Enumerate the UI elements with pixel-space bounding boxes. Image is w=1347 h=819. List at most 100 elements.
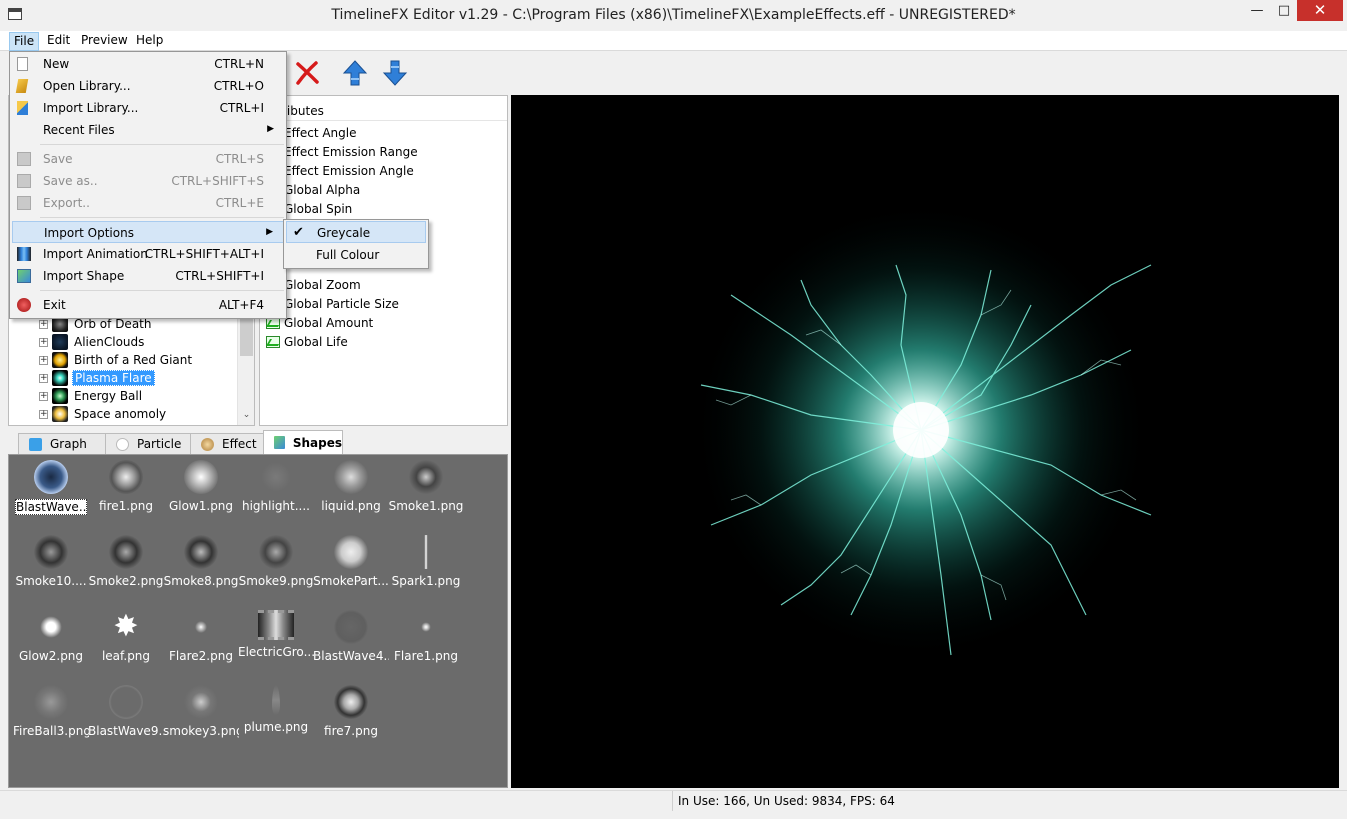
expand-icon[interactable]: + [39, 391, 48, 401]
shape-label: Flare1.png [394, 649, 458, 663]
tab-graph-label: Graph [50, 437, 87, 451]
menu-item-shortcut: CTRL+O [213, 79, 264, 93]
menu-help[interactable]: Help [132, 32, 167, 51]
menu-item-import-options[interactable]: Import Options ▶ [12, 221, 284, 243]
shape-item[interactable]: Smoke2.png [88, 532, 164, 602]
shape-item[interactable]: Glow2.png [13, 607, 89, 677]
shape-item[interactable]: FireBall3.png [13, 682, 89, 752]
move-up-icon[interactable] [340, 58, 370, 88]
delete-icon[interactable] [292, 58, 322, 88]
menu-item-exit[interactable]: Exit ALT+F4 [12, 294, 284, 316]
menu-item-save-as[interactable]: Save as.. CTRL+SHIFT+S [12, 170, 284, 192]
shape-item[interactable]: BlastWave9... [88, 682, 164, 752]
attribute-item[interactable]: Effect Emission Angle [266, 161, 414, 180]
menu-preview[interactable]: Preview [77, 32, 132, 51]
menu-item-open-library[interactable]: Open Library... CTRL+O [12, 75, 284, 97]
tree-item[interactable]: + AlienClouds [39, 333, 146, 351]
shape-item[interactable]: Spark1.png [388, 532, 464, 602]
shape-item[interactable]: Smoke1.png [388, 457, 464, 527]
shape-thumbnail [259, 460, 293, 494]
shape-item[interactable]: Smoke10.... [13, 532, 89, 602]
attributes-header: ributes [260, 96, 507, 121]
shape-label: fire7.png [324, 724, 378, 738]
effect-preview[interactable] [511, 95, 1339, 788]
menu-file[interactable]: File [9, 32, 40, 51]
shape-label: Glow2.png [18, 649, 84, 663]
shape-item[interactable]: smokey3.png [163, 682, 239, 752]
tab-graph[interactable]: Graph [18, 433, 106, 454]
shape-label: SmokePart... [313, 574, 389, 588]
menu-item-import-animation[interactable]: Import Animation CTRL+SHIFT+ALT+I [12, 243, 284, 265]
shape-item[interactable]: ElectricGro... [238, 607, 314, 677]
attribute-item[interactable]: Global Life [266, 332, 348, 351]
menu-item-import-library[interactable]: Import Library... CTRL+I [12, 97, 284, 119]
shape-item[interactable]: fire1.png [88, 457, 164, 527]
shape-item[interactable]: fire7.png [313, 682, 389, 752]
menu-item-new[interactable]: New CTRL+N [12, 53, 284, 75]
menu-item-recent-files[interactable]: Recent Files ▶ [12, 119, 284, 141]
menu-item-save[interactable]: Save CTRL+S [12, 148, 284, 170]
menu-separator [40, 144, 284, 145]
expand-icon[interactable]: + [39, 319, 48, 329]
move-down-icon[interactable] [380, 58, 410, 88]
expand-icon[interactable]: + [39, 355, 48, 365]
shape-item[interactable]: ✸ leaf.png [88, 607, 164, 677]
import-animation-icon [17, 247, 31, 261]
shape-item[interactable]: SmokePart... [313, 532, 389, 602]
scroll-down-icon[interactable]: ⌄ [238, 410, 255, 420]
shape-item[interactable]: Flare2.png [163, 607, 239, 677]
tab-shapes[interactable]: Shapes [263, 430, 343, 454]
shape-item[interactable]: Smoke9.png [238, 532, 314, 602]
leaf-icon: ✸ [113, 609, 139, 644]
shape-item[interactable]: Glow1.png [163, 457, 239, 527]
menu-item-label: Import Shape [43, 269, 125, 283]
shape-item[interactable]: highlight.... [238, 457, 314, 527]
plasma-flare-effect [691, 200, 1152, 660]
expand-icon[interactable]: + [39, 373, 48, 383]
menu-item-greycale[interactable]: ✔ Greycale [286, 221, 426, 243]
shape-item[interactable]: liquid.png [313, 457, 389, 527]
shape-item[interactable]: BlastWave.... [13, 457, 89, 527]
menu-edit[interactable]: Edit [43, 32, 74, 51]
menu-separator [40, 217, 284, 218]
tree-item[interactable]: + Space anomoly [39, 405, 168, 423]
import-shape-icon [17, 269, 31, 283]
maximize-button[interactable]: □ [1270, 0, 1298, 21]
shape-thumbnail [272, 685, 280, 715]
minimize-button[interactable]: — [1243, 0, 1271, 21]
menu-item-import-shape[interactable]: Import Shape CTRL+SHIFT+I [12, 265, 284, 287]
menu-item-label: Full Colour [316, 248, 380, 262]
shape-item[interactable]: Flare1.png [388, 607, 464, 677]
shape-label: Smoke1.png [388, 499, 464, 513]
shape-thumbnail [409, 610, 443, 644]
menu-item-shortcut: CTRL+SHIFT+ALT+I [144, 247, 264, 261]
tab-particle[interactable]: Particle [105, 433, 191, 454]
film-strip-icon [258, 610, 294, 640]
shape-thumbnail [34, 460, 68, 494]
shape-label: Smoke9.png [238, 574, 314, 588]
menu-item-label: Save as.. [43, 174, 98, 188]
shape-item[interactable]: plume.png [238, 682, 314, 752]
tree-item-label: Space anomoly [74, 407, 167, 421]
shape-thumbnail [109, 535, 143, 569]
shape-item[interactable]: Smoke8.png [163, 532, 239, 602]
menu-item-label: Save [43, 152, 73, 166]
expand-icon[interactable]: + [39, 409, 48, 419]
tab-effect[interactable]: Effect [190, 433, 264, 454]
tree-item[interactable]: + Birth of a Red Giant [39, 351, 194, 369]
tree-item[interactable]: + Energy Ball [39, 387, 144, 405]
close-button[interactable]: ✕ [1297, 0, 1343, 21]
effect-thumbnail [52, 370, 68, 386]
menu-item-shortcut: CTRL+S [215, 152, 264, 166]
import-library-icon [17, 101, 28, 115]
menu-item-export[interactable]: Export.. CTRL+E [12, 192, 284, 214]
attribute-item[interactable]: Effect Emission Range [266, 142, 418, 161]
tree-item[interactable]: + Plasma Flare [39, 369, 155, 387]
shape-label: Glow1.png [168, 499, 234, 513]
tree-item-label: AlienClouds [74, 335, 145, 349]
shape-item[interactable]: BlastWave4... [313, 607, 389, 677]
menu-item-full-colour[interactable]: Full Colour [286, 244, 426, 266]
shape-thumbnail [34, 610, 68, 644]
expand-icon[interactable]: + [39, 337, 48, 347]
menu-item-shortcut: CTRL+SHIFT+S [171, 174, 264, 188]
